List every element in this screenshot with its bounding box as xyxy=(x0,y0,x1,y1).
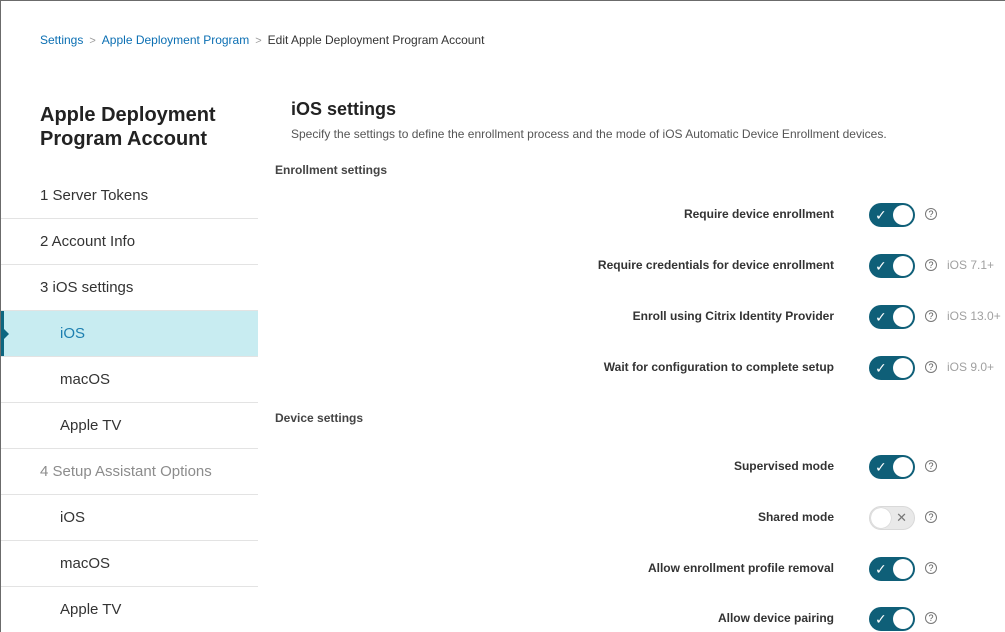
allow-profile-removal-toggle[interactable]: ✓ xyxy=(869,557,915,581)
setting-label: Allow enrollment profile removal xyxy=(647,561,834,575)
setting-row-require-credentials: Require credentials for device enrollmen… xyxy=(275,252,1005,278)
check-icon: ✓ xyxy=(875,258,887,274)
setting-label: Wait for configuration to complete setup xyxy=(603,360,834,374)
sidebar-nav: 1 Server Tokens 2 Account Info 3 iOS set… xyxy=(1,173,258,632)
allow-device-pairing-toggle[interactable]: ✓ xyxy=(869,607,915,631)
toggle-knob xyxy=(893,307,913,327)
close-icon: ✕ xyxy=(896,510,907,525)
check-icon: ✓ xyxy=(875,611,887,627)
help-icon[interactable]: ? xyxy=(925,511,937,523)
help-icon[interactable]: ? xyxy=(925,361,937,373)
setting-row-supervised-mode: Supervised mode ✓ ? xyxy=(275,453,1005,479)
page-title: iOS settings xyxy=(291,99,397,119)
nav-setup-assistant-ios[interactable]: iOS xyxy=(1,495,258,541)
nav-ios-settings-macos[interactable]: macOS xyxy=(1,357,258,403)
nav-setup-assistant-options[interactable]: 4 Setup Assistant Options xyxy=(1,449,258,495)
version-requirement: iOS 13.0+ xyxy=(947,309,1001,323)
setting-row-allow-device-pairing: Allow device pairing ✓ ? xyxy=(275,605,1005,631)
nav-server-tokens[interactable]: 1 Server Tokens xyxy=(1,173,258,219)
breadcrumb-current: Edit Apple Deployment Program Account xyxy=(267,33,485,47)
toggle-knob xyxy=(893,457,913,477)
setting-label: Allow device pairing xyxy=(717,611,834,625)
enrollment-settings-heading: Enrollment settings xyxy=(275,163,388,177)
nav-ios-settings[interactable]: 3 iOS settings xyxy=(1,265,258,311)
help-icon[interactable]: ? xyxy=(925,612,937,624)
breadcrumb-apple-deployment-program[interactable]: Apple Deployment Program xyxy=(102,33,249,47)
sidebar-title: Apple Deployment Program Account xyxy=(40,104,216,150)
help-icon[interactable]: ? xyxy=(925,259,937,271)
breadcrumb-separator: > xyxy=(255,35,262,47)
setting-row-allow-profile-removal: Allow enrollment profile removal ✓ ? xyxy=(275,555,1005,581)
help-icon[interactable]: ? xyxy=(925,562,937,574)
nav-ios-settings-ios[interactable]: iOS xyxy=(1,311,258,357)
help-icon[interactable]: ? xyxy=(925,460,937,472)
shared-mode-toggle[interactable]: ✕ xyxy=(869,506,915,530)
require-device-enrollment-toggle[interactable]: ✓ xyxy=(869,203,915,227)
breadcrumb-settings[interactable]: Settings xyxy=(40,33,83,47)
nav-ios-settings-apple-tv[interactable]: Apple TV xyxy=(1,403,258,449)
toggle-knob xyxy=(893,256,913,276)
setting-row-require-device-enrollment: Require device enrollment ✓ ? xyxy=(275,201,1005,227)
toggle-knob xyxy=(893,358,913,378)
app-frame: Settings > Apple Deployment Program > Edit A… xyxy=(0,0,1005,632)
check-icon: ✓ xyxy=(875,360,887,376)
citrix-identity-provider-toggle[interactable]: ✓ xyxy=(869,305,915,329)
toggle-knob xyxy=(893,559,913,579)
setting-row-shared-mode: Shared mode ✕ ? xyxy=(275,504,1005,530)
version-requirement: iOS 9.0+ xyxy=(947,360,995,374)
breadcrumb: Settings > Apple Deployment Program > Edit A… xyxy=(40,33,484,47)
version-requirement: iOS 7.1+ xyxy=(947,258,995,272)
setting-label: Require device enrollment xyxy=(683,207,834,221)
toggle-knob xyxy=(893,205,913,225)
supervised-mode-toggle[interactable]: ✓ xyxy=(869,455,915,479)
toggle-knob xyxy=(871,508,891,528)
nav-account-info[interactable]: 2 Account Info xyxy=(1,219,258,265)
wait-for-configuration-toggle[interactable]: ✓ xyxy=(869,356,915,380)
help-icon[interactable]: ? xyxy=(925,310,937,322)
setting-label: Shared mode xyxy=(757,510,834,524)
setting-row-wait-for-configuration: Wait for configuration to complete setup… xyxy=(275,354,1005,380)
setting-label: Require credentials for device enrollmen… xyxy=(597,258,834,272)
device-settings-heading: Device settings xyxy=(275,411,364,425)
nav-setup-assistant-apple-tv[interactable]: Apple TV xyxy=(1,587,258,632)
require-credentials-toggle[interactable]: ✓ xyxy=(869,254,915,278)
toggle-knob xyxy=(893,609,913,629)
help-icon[interactable]: ? xyxy=(925,208,937,220)
check-icon: ✓ xyxy=(875,561,887,577)
check-icon: ✓ xyxy=(875,309,887,325)
setting-label: Supervised mode xyxy=(733,459,834,473)
breadcrumb-separator: > xyxy=(89,35,96,47)
setting-row-citrix-identity-provider: Enroll using Citrix Identity Provider ✓ … xyxy=(275,303,1005,329)
setting-label: Enroll using Citrix Identity Provider xyxy=(632,309,834,323)
check-icon: ✓ xyxy=(875,459,887,475)
nav-setup-assistant-macos[interactable]: macOS xyxy=(1,541,258,587)
check-icon: ✓ xyxy=(875,207,887,223)
page-description: Specify the settings to define the enrol… xyxy=(291,127,887,141)
